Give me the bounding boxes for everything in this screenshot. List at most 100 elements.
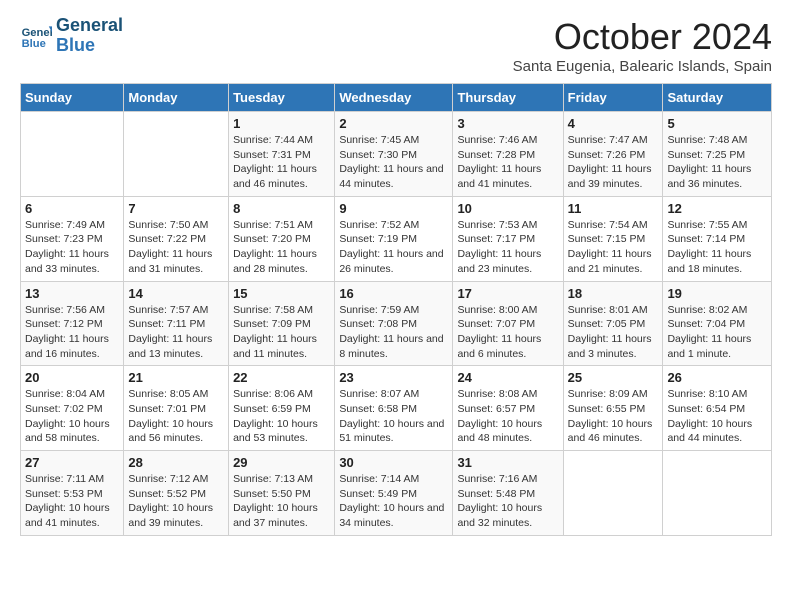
calendar-cell: 25 Sunrise: 8:09 AM Sunset: 6:55 PM Dayli… [563, 366, 663, 451]
day-number: 20 [25, 370, 119, 385]
day-number: 12 [667, 201, 767, 216]
day-number: 22 [233, 370, 330, 385]
svg-text:General: General [22, 27, 52, 39]
day-content: Sunrise: 7:48 AM Sunset: 7:25 PM Dayligh… [667, 133, 767, 192]
day-number: 30 [339, 455, 448, 470]
calendar-cell: 23 Sunrise: 8:07 AM Sunset: 6:58 PM Dayli… [335, 366, 453, 451]
day-content: Sunrise: 7:44 AM Sunset: 7:31 PM Dayligh… [233, 133, 330, 192]
logo-line1: General [56, 16, 123, 36]
calendar-cell: 9Sunrise: 7:52 AM Sunset: 7:19 PM Daylig… [335, 196, 453, 281]
logo-text: General Blue [56, 16, 123, 56]
weekday-header-wednesday: Wednesday [335, 84, 453, 112]
calendar-cell: 31 Sunrise: 7:16 AM Sunset: 5:48 PM Dayli… [453, 451, 563, 536]
weekday-header-monday: Monday [124, 84, 229, 112]
calendar-cell: 3 Sunrise: 7:46 AM Sunset: 7:28 PM Daylig… [453, 112, 563, 197]
week-row-2: 6 Sunrise: 7:49 AM Sunset: 7:23 PM Daylig… [21, 196, 772, 281]
logo: General Blue General Blue [20, 16, 123, 56]
day-number: 24 [457, 370, 558, 385]
day-number: 28 [128, 455, 224, 470]
day-number: 7 [128, 201, 224, 216]
day-number: 10 [457, 201, 558, 216]
day-number: 14 [128, 286, 224, 301]
calendar-cell: 2 Sunrise: 7:45 AM Sunset: 7:30 PM Daylig… [335, 112, 453, 197]
day-number: 23 [339, 370, 448, 385]
calendar-cell: 29 Sunrise: 7:13 AM Sunset: 5:50 PM Dayli… [229, 451, 335, 536]
weekday-header-sunday: Sunday [21, 84, 124, 112]
calendar-cell: 30 Sunrise: 7:14 AM Sunset: 5:49 PM Dayli… [335, 451, 453, 536]
day-content: Sunrise: 7:46 AM Sunset: 7:28 PM Dayligh… [457, 133, 558, 192]
calendar-cell: 24 Sunrise: 8:08 AM Sunset: 6:57 PM Dayli… [453, 366, 563, 451]
calendar-cell [563, 451, 663, 536]
day-content: Sunrise: 7:14 AM Sunset: 5:49 PM Dayligh… [339, 472, 448, 531]
calendar-cell: 1 Sunrise: 7:44 AM Sunset: 7:31 PM Daylig… [229, 112, 335, 197]
calendar-cell [663, 451, 772, 536]
calendar-cell: 22 Sunrise: 8:06 AM Sunset: 6:59 PM Dayli… [229, 366, 335, 451]
calendar-cell: 10Sunrise: 7:53 AM Sunset: 7:17 PM Dayli… [453, 196, 563, 281]
day-number: 25 [568, 370, 659, 385]
day-content: Sunrise: 7:45 AM Sunset: 7:30 PM Dayligh… [339, 133, 448, 192]
day-number: 3 [457, 116, 558, 131]
day-number: 1 [233, 116, 330, 131]
calendar-cell: 13Sunrise: 7:56 AM Sunset: 7:12 PM Dayli… [21, 281, 124, 366]
weekday-header-friday: Friday [563, 84, 663, 112]
day-number: 2 [339, 116, 448, 131]
day-content: Sunrise: 8:01 AM Sunset: 7:05 PM Dayligh… [568, 303, 659, 362]
calendar-cell: 12 Sunrise: 7:55 AM Sunset: 7:14 PM Dayli… [663, 196, 772, 281]
day-content: Sunrise: 8:04 AM Sunset: 7:02 PM Dayligh… [25, 387, 119, 446]
location-subtitle: Santa Eugenia, Balearic Islands, Spain [513, 58, 772, 75]
calendar-cell: 17 Sunrise: 8:00 AM Sunset: 7:07 PM Dayli… [453, 281, 563, 366]
day-number: 4 [568, 116, 659, 131]
day-content: Sunrise: 7:57 AM Sunset: 7:11 PM Dayligh… [128, 303, 224, 362]
month-title: October 2024 [513, 16, 772, 58]
day-content: Sunrise: 8:05 AM Sunset: 7:01 PM Dayligh… [128, 387, 224, 446]
week-row-4: 20 Sunrise: 8:04 AM Sunset: 7:02 PM Dayli… [21, 366, 772, 451]
day-content: Sunrise: 8:09 AM Sunset: 6:55 PM Dayligh… [568, 387, 659, 446]
day-content: Sunrise: 7:16 AM Sunset: 5:48 PM Dayligh… [457, 472, 558, 531]
calendar-cell: 19Sunrise: 8:02 AM Sunset: 7:04 PM Dayli… [663, 281, 772, 366]
day-content: Sunrise: 7:47 AM Sunset: 7:26 PM Dayligh… [568, 133, 659, 192]
calendar-cell: 14 Sunrise: 7:57 AM Sunset: 7:11 PM Dayli… [124, 281, 229, 366]
day-content: Sunrise: 7:49 AM Sunset: 7:23 PM Dayligh… [25, 218, 119, 277]
day-content: Sunrise: 8:07 AM Sunset: 6:58 PM Dayligh… [339, 387, 448, 446]
calendar-cell: 15Sunrise: 7:58 AM Sunset: 7:09 PM Dayli… [229, 281, 335, 366]
day-number: 29 [233, 455, 330, 470]
logo-line2: Blue [56, 36, 123, 56]
day-content: Sunrise: 7:13 AM Sunset: 5:50 PM Dayligh… [233, 472, 330, 531]
day-content: Sunrise: 7:50 AM Sunset: 7:22 PM Dayligh… [128, 218, 224, 277]
calendar-cell: 28 Sunrise: 7:12 AM Sunset: 5:52 PM Dayli… [124, 451, 229, 536]
calendar-cell: 7 Sunrise: 7:50 AM Sunset: 7:22 PM Daylig… [124, 196, 229, 281]
day-number: 21 [128, 370, 224, 385]
svg-text:Blue: Blue [22, 38, 46, 50]
calendar-cell: 6 Sunrise: 7:49 AM Sunset: 7:23 PM Daylig… [21, 196, 124, 281]
calendar-cell: 26Sunrise: 8:10 AM Sunset: 6:54 PM Dayli… [663, 366, 772, 451]
day-content: Sunrise: 7:52 AM Sunset: 7:19 PM Dayligh… [339, 218, 448, 277]
day-content: Sunrise: 7:55 AM Sunset: 7:14 PM Dayligh… [667, 218, 767, 277]
calendar-cell: 18 Sunrise: 8:01 AM Sunset: 7:05 PM Dayli… [563, 281, 663, 366]
day-number: 13 [25, 286, 119, 301]
day-content: Sunrise: 7:12 AM Sunset: 5:52 PM Dayligh… [128, 472, 224, 531]
weekday-header-tuesday: Tuesday [229, 84, 335, 112]
weekday-header-row: SundayMondayTuesdayWednesdayThursdayFrid… [21, 84, 772, 112]
day-number: 19 [667, 286, 767, 301]
week-row-5: 27Sunrise: 7:11 AM Sunset: 5:53 PM Dayli… [21, 451, 772, 536]
day-number: 17 [457, 286, 558, 301]
day-number: 6 [25, 201, 119, 216]
day-number: 31 [457, 455, 558, 470]
week-row-1: 1 Sunrise: 7:44 AM Sunset: 7:31 PM Daylig… [21, 112, 772, 197]
day-number: 5 [667, 116, 767, 131]
day-number: 18 [568, 286, 659, 301]
day-content: Sunrise: 8:08 AM Sunset: 6:57 PM Dayligh… [457, 387, 558, 446]
day-number: 15 [233, 286, 330, 301]
day-number: 11 [568, 201, 659, 216]
weekday-header-thursday: Thursday [453, 84, 563, 112]
day-number: 26 [667, 370, 767, 385]
title-area: October 2024 Santa Eugenia, Balearic Isl… [513, 16, 772, 75]
day-number: 16 [339, 286, 448, 301]
day-content: Sunrise: 7:51 AM Sunset: 7:20 PM Dayligh… [233, 218, 330, 277]
day-content: Sunrise: 8:00 AM Sunset: 7:07 PM Dayligh… [457, 303, 558, 362]
week-row-3: 13Sunrise: 7:56 AM Sunset: 7:12 PM Dayli… [21, 281, 772, 366]
calendar-cell: 5 Sunrise: 7:48 AM Sunset: 7:25 PM Daylig… [663, 112, 772, 197]
day-content: Sunrise: 7:59 AM Sunset: 7:08 PM Dayligh… [339, 303, 448, 362]
calendar-cell: 20 Sunrise: 8:04 AM Sunset: 7:02 PM Dayli… [21, 366, 124, 451]
day-content: Sunrise: 8:06 AM Sunset: 6:59 PM Dayligh… [233, 387, 330, 446]
